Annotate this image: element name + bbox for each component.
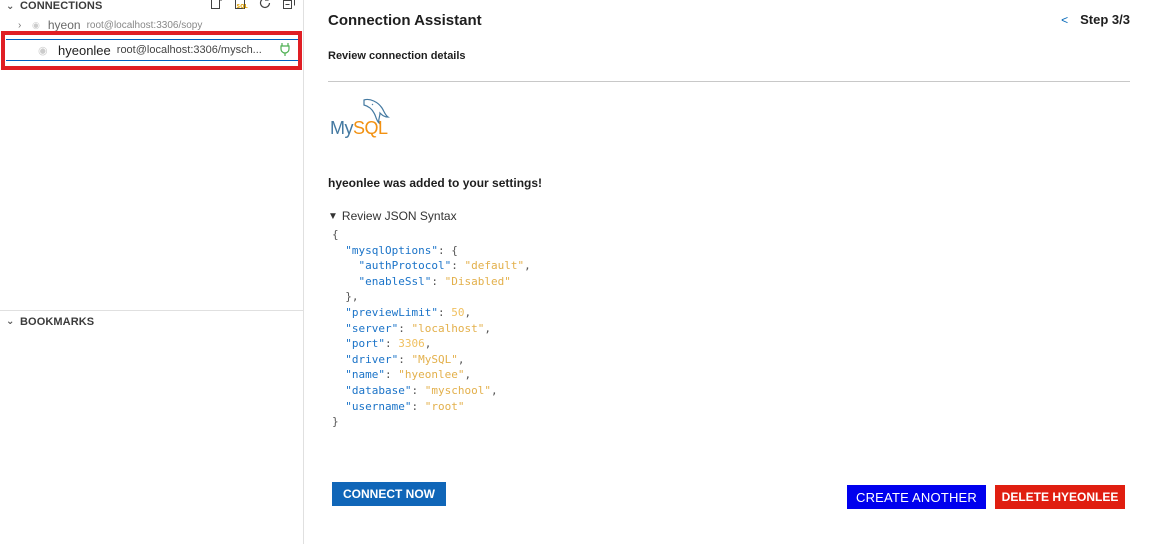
connections-header-label: CONNECTIONS	[20, 0, 103, 12]
step-back-link[interactable]: <	[1061, 13, 1068, 27]
step-indicator: < Step 3/3	[1061, 12, 1130, 27]
connection-assistant-panel: Connection Assistant < Step 3/3 Review c…	[328, 0, 1130, 544]
json-syntax-label: Review JSON Syntax	[341, 209, 457, 223]
bookmarks-header-label: BOOKMARKS	[20, 315, 95, 328]
connections-toolbar: SQL	[209, 0, 297, 10]
json-syntax-toggle[interactable]: ▼ Review JSON Syntax	[328, 209, 457, 223]
collapse-all-icon[interactable]	[281, 0, 297, 10]
json-preview: { "mysqlOptions": { "authProtocol": "def…	[332, 228, 531, 429]
database-icon: ◉	[32, 19, 40, 30]
chevron-right-icon: ›	[18, 19, 22, 31]
connections-header[interactable]: ⌄ CONNECTIONS SQL	[0, 0, 303, 16]
added-message: hyeonlee was added to your settings!	[328, 176, 543, 190]
chevron-down-icon: ⌄	[6, 0, 15, 12]
connection-item-hyeonlee[interactable]: ◉ hyeonlee root@localhost:3306/mysch...	[6, 39, 298, 61]
delete-connection-button[interactable]: DELETE HYEONLEE	[995, 485, 1125, 509]
chevron-down-icon: ⌄	[6, 316, 15, 327]
connection-desc: root@localhost:3306/sopy	[86, 19, 203, 31]
connection-name: hyeon	[47, 18, 81, 32]
connect-now-button[interactable]: CONNECT NOW	[332, 482, 446, 506]
triangle-down-icon: ▼	[328, 210, 338, 222]
bookmarks-header[interactable]: ⌄ BOOKMARKS	[0, 310, 303, 332]
mysql-logo: MySQL	[328, 96, 398, 142]
connection-name: hyeonlee	[58, 42, 111, 58]
page-title: Connection Assistant	[328, 12, 482, 29]
connection-desc: root@localhost:3306/mysch...	[116, 44, 262, 56]
divider	[328, 81, 1130, 82]
plug-icon[interactable]	[280, 42, 290, 59]
new-sql-file-icon[interactable]: SQL	[233, 0, 249, 10]
step-label: Step 3/3	[1080, 12, 1130, 27]
database-icon: ◉	[38, 44, 48, 57]
create-another-button[interactable]: CREATE ANOTHER	[847, 485, 986, 509]
mysql-logo-text: MySQL	[330, 118, 388, 138]
connection-item-hyeon[interactable]: › ◉ hyeon root@localhost:3306/sopy	[0, 17, 303, 33]
refresh-icon[interactable]	[257, 0, 273, 10]
svg-text:SQL: SQL	[237, 4, 249, 10]
sidebar: ⌄ CONNECTIONS SQL › ◉ hyeon root@localho…	[0, 0, 304, 544]
new-connection-icon[interactable]	[209, 0, 225, 10]
page-subtitle: Review connection details	[328, 50, 466, 62]
